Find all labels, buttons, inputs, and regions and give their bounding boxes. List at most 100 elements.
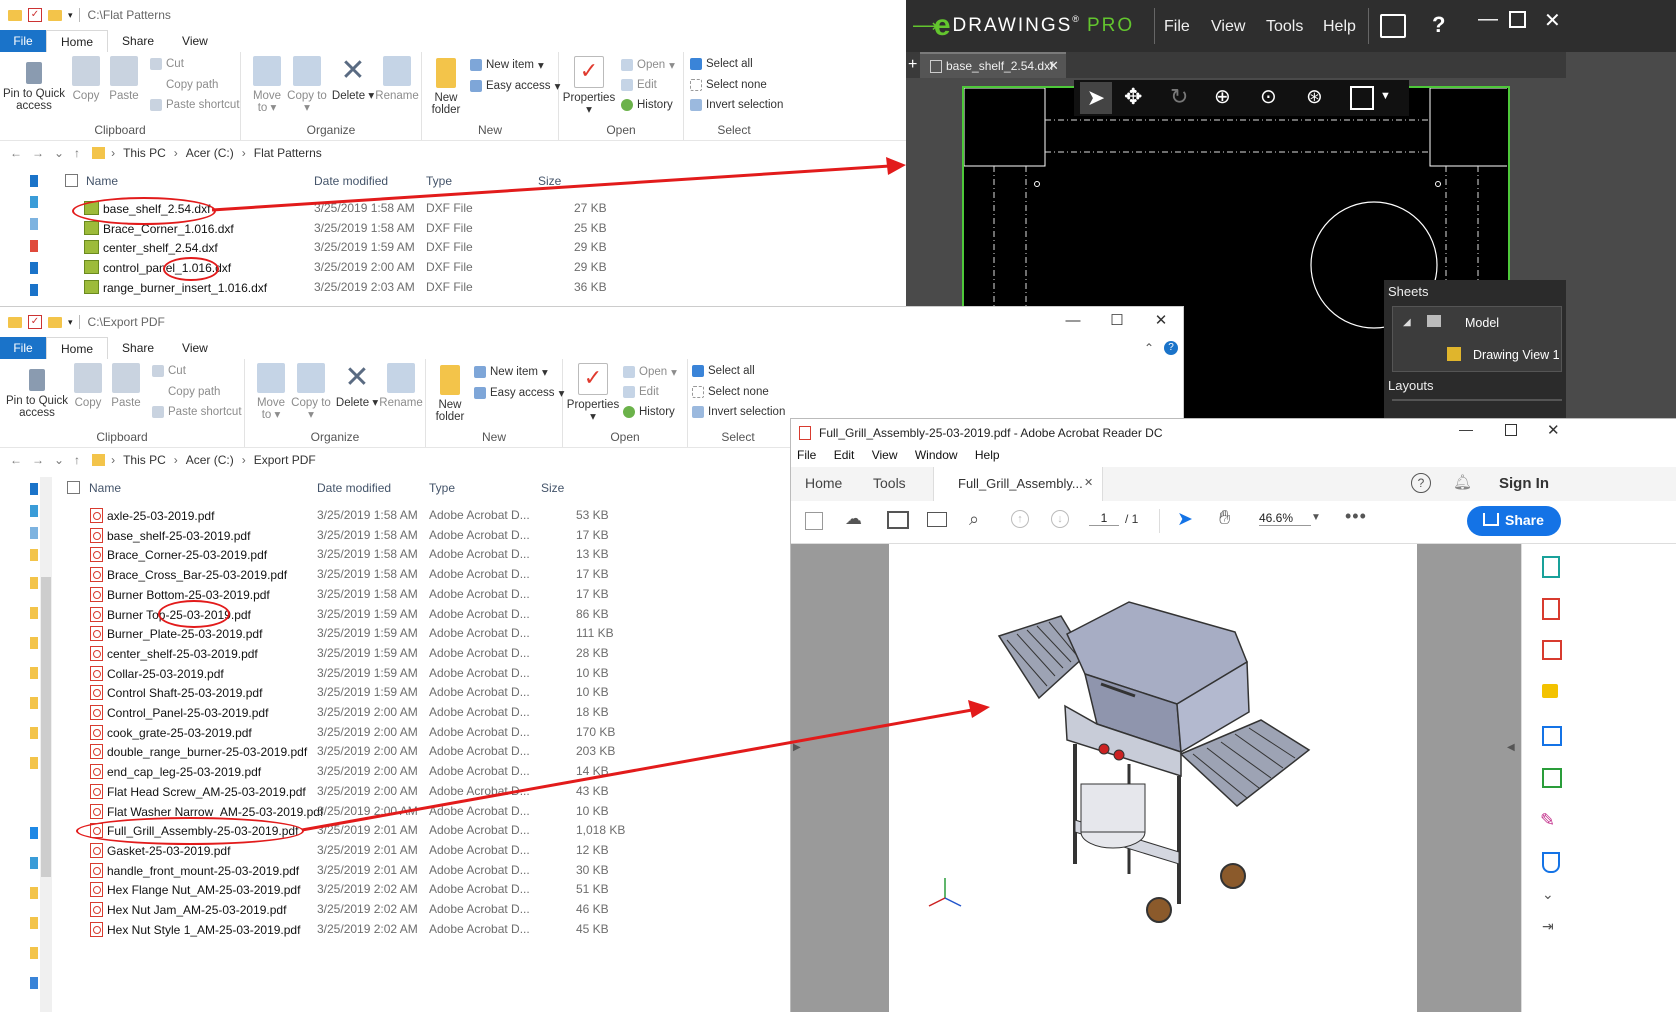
col-date[interactable]: Date modified (317, 481, 391, 495)
page-down-icon[interactable]: ↓ (1051, 510, 1069, 528)
table-row[interactable]: Brace_Cross_Bar-25-03-2019.pdf 3/25/2019 … (90, 564, 690, 584)
close-icon[interactable]: ✕ (1547, 421, 1560, 439)
copy-path-button[interactable]: Copy path (152, 386, 220, 398)
menu-help[interactable]: Help (975, 448, 1000, 462)
nav-icon[interactable] (30, 577, 38, 589)
menu-edit[interactable]: Edit (834, 448, 855, 462)
nav-icon[interactable] (30, 887, 38, 899)
easy-access-button[interactable]: Easy access ▾ (474, 386, 564, 400)
add-tab-icon[interactable]: + (908, 56, 917, 74)
select-all-checkbox[interactable] (67, 481, 80, 494)
nav-icon[interactable] (30, 947, 38, 959)
table-row[interactable]: base_shelf-25-03-2019.pdf 3/25/2019 1:58 … (90, 525, 690, 545)
tab-tools[interactable]: Tools (873, 475, 906, 491)
maximize-icon[interactable] (1509, 11, 1526, 28)
nav-arrows-icon[interactable]: ←→⌄↑ (0, 453, 90, 467)
select-all-checkbox[interactable] (65, 174, 78, 187)
address-bar[interactable]: ←→⌄↑ › This PC › Acer (C:) › Flat Patterns (0, 140, 906, 166)
qa-dropdown-icon[interactable]: ▾ (68, 317, 73, 328)
table-row[interactable]: Hex Nut Style 1_AM-25-03-2019.pdf 3/25/20… (90, 919, 690, 939)
delete-button[interactable]: ✕ Delete ▾ (331, 56, 375, 103)
crumb-this-pc[interactable]: This PC (115, 146, 174, 160)
comment-icon[interactable] (1542, 684, 1558, 698)
table-row[interactable]: range_burner_insert_1.016.dxf 3/25/2019 2… (84, 277, 684, 297)
nav-icon[interactable] (30, 727, 38, 739)
search-icon[interactable]: ⌕ (969, 509, 979, 530)
zoom-icon[interactable]: ⊛ (1306, 84, 1323, 109)
pin-quick-access-button[interactable]: Pin to Quick access (4, 363, 70, 419)
crumb-drive[interactable]: Acer (C:) (178, 453, 242, 467)
menu-file[interactable]: File (797, 448, 816, 462)
nav-icon[interactable] (30, 637, 38, 649)
table-row[interactable]: axle-25-03-2019.pdf 3/25/2019 1:58 AM Adob… (90, 505, 690, 525)
open-button[interactable]: Open ▾ (623, 365, 677, 379)
copy-button[interactable]: Copy (68, 56, 104, 102)
pin-quick-access-button[interactable]: Pin to Quick access (2, 56, 66, 112)
crumb-drive[interactable]: Acer (C:) (178, 146, 242, 160)
tab-share[interactable]: Share (108, 337, 168, 359)
tab-share[interactable]: Share (108, 30, 168, 52)
minimize-icon[interactable]: — (1459, 421, 1473, 437)
edit-button[interactable]: Edit (621, 79, 657, 91)
page-number-input[interactable]: 1 (1089, 511, 1119, 526)
tab-view[interactable]: View (168, 337, 222, 359)
copy-to-button[interactable]: Copy to ▾ (291, 363, 331, 421)
table-row[interactable]: Control Shaft-25-03-2019.pdf 3/25/2019 1:… (90, 682, 690, 702)
nav-icon[interactable] (30, 697, 38, 709)
col-size[interactable]: Size (538, 174, 561, 188)
more-tools-icon[interactable]: ••• (1345, 506, 1367, 527)
new-folder-button[interactable]: New folder (430, 363, 470, 423)
export-pdf-icon[interactable] (1542, 556, 1560, 578)
easy-access-button[interactable]: Easy access ▾ (470, 79, 560, 93)
page-up-icon[interactable]: ↑ (1011, 510, 1029, 528)
col-name[interactable]: Name (89, 481, 121, 495)
share-button[interactable]: Share (1467, 506, 1561, 536)
pdf-viewport[interactable]: ▶ ◀ (791, 544, 1521, 1012)
quick-access-icon[interactable] (30, 483, 38, 495)
history-button[interactable]: History (621, 99, 673, 111)
crumb-folder[interactable]: Flat Patterns (246, 146, 330, 160)
tab-home[interactable]: Home (46, 30, 109, 52)
close-icon[interactable]: ✕ (1139, 307, 1183, 337)
table-row[interactable]: Hex Flange Nut_AM-25-03-2019.pdf 3/25/201… (90, 879, 690, 899)
dropbox-icon[interactable] (30, 827, 38, 839)
paste-shortcut-button[interactable]: Paste shortcut (150, 99, 240, 111)
history-button[interactable]: History (623, 406, 675, 418)
select-all-button[interactable]: Select all (690, 58, 753, 70)
rename-button[interactable]: Rename (375, 56, 419, 102)
tab-file[interactable]: File (0, 30, 46, 52)
properties-button[interactable]: ✓ Properties ▾ (565, 363, 621, 423)
right-panel-toggle-icon[interactable]: ◀ (1507, 742, 1515, 753)
col-type[interactable]: Type (429, 481, 455, 495)
nav-icon[interactable] (30, 527, 38, 539)
menu-file[interactable]: File (1164, 18, 1190, 36)
select-arrow-icon[interactable]: ➤ (1080, 82, 1112, 114)
new-folder-button[interactable]: New folder (426, 56, 466, 116)
create-pdf-icon[interactable] (1542, 598, 1560, 620)
fill-sign-icon[interactable]: ✎ (1540, 810, 1555, 831)
hand-tool-icon[interactable]: ✋︎ (1219, 507, 1230, 530)
email-icon[interactable] (927, 512, 947, 527)
view-dropdown-icon[interactable]: ▼ (1380, 90, 1391, 102)
menu-window[interactable]: Window (915, 448, 958, 462)
table-row[interactable]: cook_grate-25-03-2019.pdf 3/25/2019 2:00 … (90, 722, 690, 742)
print-icon[interactable] (887, 511, 909, 529)
delete-button[interactable]: ✕ Delete ▾ (335, 363, 379, 410)
minimize-icon[interactable]: — (1051, 307, 1095, 337)
nav-icon[interactable] (30, 549, 38, 561)
table-row[interactable]: center_shelf-25-03-2019.pdf 3/25/2019 1:5… (90, 643, 690, 663)
share-box-icon[interactable] (1380, 14, 1406, 38)
table-row[interactable]: Flat Head Screw_AM-25-03-2019.pdf 3/25/20… (90, 781, 690, 801)
tab-file[interactable]: File (0, 337, 46, 359)
properties-qa-icon[interactable]: ✓ (28, 8, 42, 22)
rename-button[interactable]: Rename (379, 363, 423, 409)
select-none-button[interactable]: Select none (692, 386, 769, 398)
maximize-icon[interactable]: ☐ (1095, 307, 1139, 337)
open-button[interactable]: Open ▾ (621, 58, 675, 72)
paste-shortcut-button[interactable]: Paste shortcut (152, 406, 242, 418)
cut-button[interactable]: Cut (150, 58, 184, 70)
new-folder-qa-icon[interactable] (48, 9, 62, 21)
nav-arrows-icon[interactable]: ←→⌄↑ (0, 146, 90, 160)
save-icon[interactable] (805, 512, 823, 530)
help-circle-icon[interactable]: ? (1411, 473, 1431, 493)
